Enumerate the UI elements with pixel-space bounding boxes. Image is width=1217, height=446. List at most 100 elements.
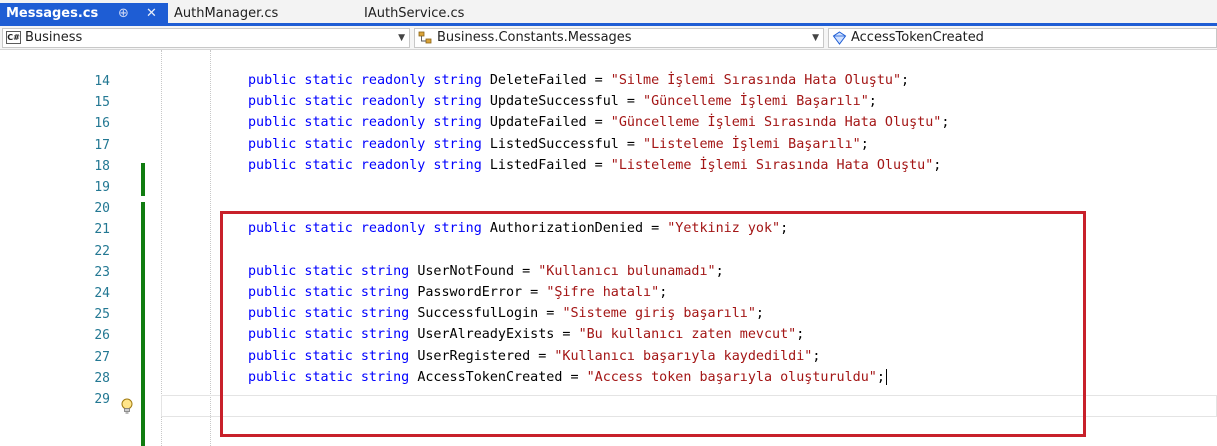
member-dropdown[interactable]: AccessTokenCreated: [828, 28, 1217, 48]
line-number: 22: [94, 243, 110, 259]
string-literal: "Yetkiniz yok": [667, 221, 781, 237]
tab-label: AuthManager.cs: [174, 6, 279, 21]
keyword-token: public static string: [248, 327, 418, 343]
semicolon-token: ;: [715, 263, 724, 279]
code-line[interactable]: public static string PasswordError = "Şi…: [248, 282, 667, 303]
semicolon-token: ;: [659, 285, 668, 300]
operator-token: =: [618, 94, 644, 110]
keyword-token: public static readonly string: [248, 94, 490, 110]
project-label: Business: [25, 30, 83, 45]
keyword-token: public static string: [248, 348, 418, 364]
operator-token: =: [514, 263, 539, 279]
semicolon-token: ;: [780, 221, 789, 237]
tab-iauthservice-cs[interactable]: IAuthService.cs: [358, 3, 464, 25]
operator-token: =: [562, 369, 587, 385]
indent-guide: [210, 50, 211, 446]
string-literal: "Kullanıcı bulunamadı": [538, 263, 716, 279]
keyword-token: public static readonly string: [248, 73, 490, 88]
identifier-token: DeleteFailed: [489, 73, 587, 88]
identifier-token: UserRegistered: [417, 348, 531, 364]
navigation-bar: C# Business ▼ Business.Constants.Message…: [0, 26, 1217, 50]
semicolon-token: ;: [901, 73, 910, 88]
identifier-token: UpdateFailed: [489, 115, 587, 131]
line-number: 25: [94, 307, 110, 323]
identifier-token: SuccessfulLogin: [417, 306, 539, 322]
indent-guide: [161, 50, 162, 446]
operator-token: =: [554, 327, 579, 343]
line-number: 18: [94, 158, 110, 174]
csharp-project-icon: C#: [6, 31, 21, 44]
line-number: 28: [94, 370, 110, 386]
operator-token: =: [538, 306, 563, 322]
semicolon-token: ;: [812, 348, 821, 364]
line-number: 14: [94, 74, 110, 89]
keyword-token: public static readonly string: [248, 136, 490, 152]
semicolon-token: ;: [876, 369, 885, 385]
code-line[interactable]: public static string AccessTokenCreated …: [248, 367, 887, 388]
operator-token: =: [586, 157, 611, 173]
keyword-token: public static readonly string: [248, 221, 490, 237]
code-line[interactable]: public static readonly string UpdateFail…: [248, 112, 949, 133]
type-label: Business.Constants.Messages: [437, 30, 632, 45]
change-bar: [141, 202, 145, 446]
type-dropdown[interactable]: Business.Constants.Messages ▼: [414, 28, 824, 48]
operator-token: =: [530, 348, 555, 364]
keyword-token: public static string: [248, 263, 418, 279]
close-icon[interactable]: ✕: [146, 3, 157, 25]
semicolon-token: ;: [755, 306, 764, 322]
string-literal: "Listeleme İşlemi Sırasında Hata Oluştu": [610, 157, 934, 173]
string-literal: "Kullanıcı başarıyla kaydedildi": [554, 348, 813, 364]
semicolon-token: ;: [796, 327, 805, 343]
chevron-down-icon[interactable]: ▼: [812, 29, 819, 47]
pin-icon[interactable]: ⊕: [118, 3, 129, 25]
code-line[interactable]: public static string SuccessfulLogin = "…: [248, 303, 764, 324]
code-line[interactable]: public static string UserRegistered = "K…: [248, 346, 820, 367]
keyword-token: public static string: [248, 369, 418, 385]
line-number: 24: [94, 286, 110, 301]
operator-token: =: [618, 136, 644, 152]
chevron-down-icon[interactable]: ▼: [398, 29, 405, 47]
tab-messages-cs[interactable]: Messages.cs ⊕ ✕: [0, 3, 168, 25]
keyword-token: public static string: [248, 285, 418, 300]
operator-token: =: [643, 221, 668, 237]
code-line[interactable]: public static readonly string Authorizat…: [248, 218, 788, 239]
text-caret: [885, 368, 887, 385]
string-literal: "Listeleme İşlemi Başarılı": [643, 136, 861, 152]
semicolon-token: ;: [941, 115, 950, 131]
code-editor[interactable]: 14 15 16 17 18 19 20 21 22 23 24 25 26 27 28 29 public …: [0, 50, 1217, 446]
code-line[interactable]: public static string UserAlreadyExists =…: [248, 324, 804, 345]
identifier-token: ListedFailed: [489, 157, 587, 173]
semicolon-token: ;: [868, 94, 877, 110]
string-literal: "Güncelleme İşlemi Başarılı": [643, 94, 869, 110]
keyword-token: public static readonly string: [248, 157, 490, 173]
code-line[interactable]: public static readonly string ListedFail…: [248, 155, 941, 176]
keyword-token: public static string: [248, 306, 418, 322]
code-line[interactable]: public static readonly string ListedSucc…: [248, 134, 869, 155]
string-literal: "Access token başarıyla oluşturuldu": [586, 369, 877, 385]
identifier-token: UserAlreadyExists: [417, 327, 555, 343]
tab-authmanager-cs[interactable]: AuthManager.cs: [168, 3, 278, 25]
string-literal: "Silme İşlemi Sırasında Hata Oluştu": [610, 73, 902, 88]
string-literal: "Bu kullanıcı zaten mevcut": [578, 327, 797, 343]
project-dropdown[interactable]: C# Business ▼: [2, 28, 410, 48]
change-bar: [141, 163, 145, 196]
semicolon-token: ;: [933, 157, 942, 173]
member-label: AccessTokenCreated: [851, 30, 984, 45]
code-line[interactable]: public static string UserNotFound = "Kul…: [248, 261, 724, 282]
identifier-token: ListedSuccessful: [489, 136, 619, 152]
code-line[interactable]: public static readonly string UpdateSucc…: [248, 91, 877, 112]
class-icon: [418, 31, 433, 45]
code-line[interactable]: public static readonly string DeleteFail…: [248, 70, 909, 91]
line-number: 26: [94, 328, 110, 344]
semicolon-token: ;: [860, 136, 869, 152]
identifier-token: UserNotFound: [417, 263, 515, 279]
identifier-token: AccessTokenCreated: [417, 369, 563, 385]
line-number: 19: [94, 180, 110, 195]
identifier-token: AuthorizationDenied: [489, 221, 644, 237]
line-number: 15: [94, 95, 110, 111]
line-number: 29: [94, 392, 110, 407]
identifier-token: PasswordError: [417, 285, 523, 300]
string-literal: "Sisteme giriş başarılı": [562, 306, 756, 322]
line-number: 17: [94, 137, 110, 153]
operator-token: =: [586, 115, 611, 131]
